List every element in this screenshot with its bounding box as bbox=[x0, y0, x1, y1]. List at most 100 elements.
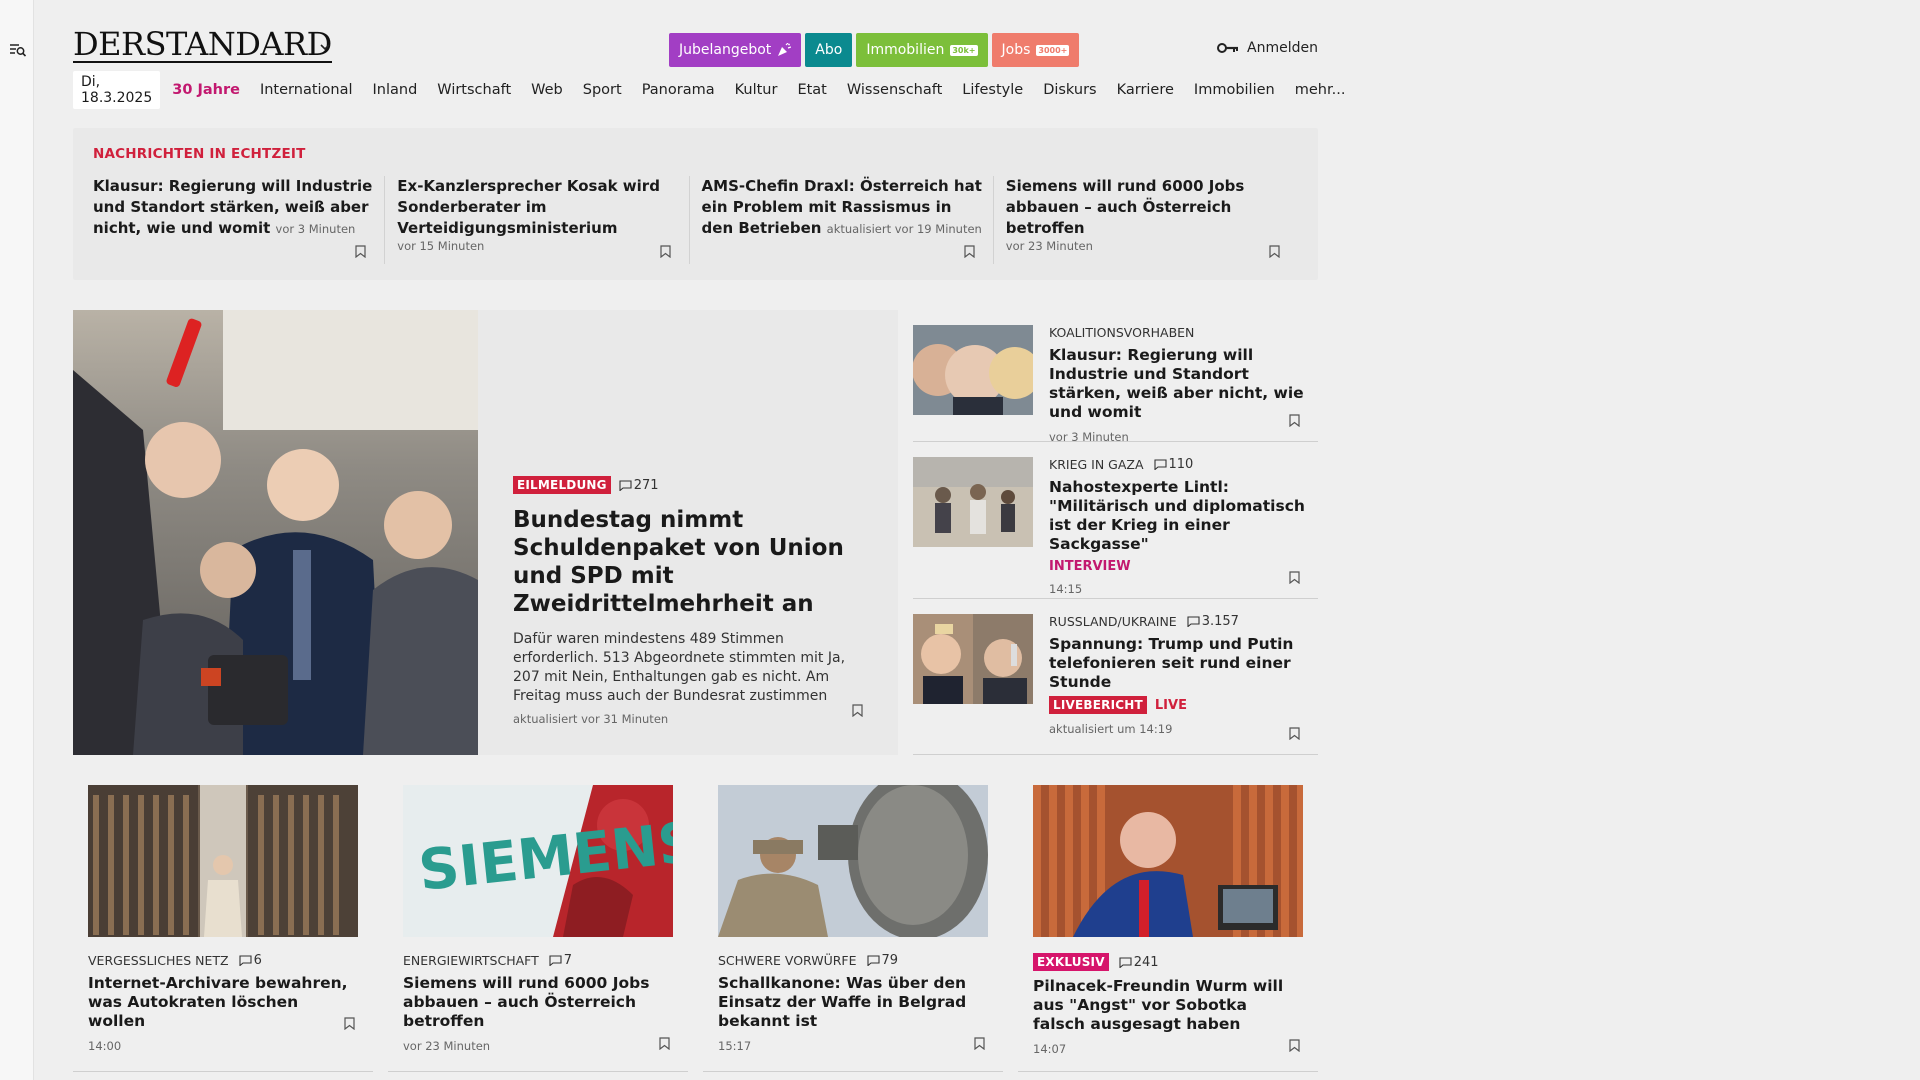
live-report-tag: LIVEBERICHT bbox=[1049, 696, 1147, 714]
nav-item-etat[interactable]: Etat bbox=[797, 82, 826, 98]
promo-badge: 30k+ bbox=[950, 44, 978, 56]
bookmark-icon[interactable] bbox=[1269, 245, 1280, 258]
article-card[interactable]: SIEMENS ENERGIEWIRTSCHAFT 7 Siemens will… bbox=[388, 785, 688, 1072]
comments-count-value: 241 bbox=[1133, 954, 1159, 970]
nav-item-diskurs[interactable]: Diskurs bbox=[1043, 82, 1096, 98]
bookmark-icon[interactable] bbox=[1289, 571, 1300, 584]
bookmark-icon[interactable] bbox=[1289, 727, 1300, 740]
comments-count[interactable]: 241 bbox=[1119, 955, 1159, 970]
nav-item-wirtschaft[interactable]: Wirtschaft bbox=[437, 82, 511, 98]
article-card-row: VERGESSLICHES NETZ 6 Internet-Archivare … bbox=[73, 785, 1318, 1072]
article-title[interactable]: Pilnacek-Freundin Wurm will aus "Angst" … bbox=[1033, 977, 1303, 1034]
ticker-item-time: vor 3 Minuten bbox=[275, 222, 356, 236]
article-kicker: KRIEG IN GAZA bbox=[1049, 457, 1144, 472]
article-title[interactable]: Spannung: Trump und Putin telefonieren s… bbox=[1049, 635, 1318, 692]
current-date: Di, 18.3.2025 bbox=[73, 71, 161, 109]
promo-label: Abo bbox=[815, 42, 843, 58]
ticker-item[interactable]: Ex-Kanzlersprecher Kosak wird Sonderbera… bbox=[397, 176, 690, 264]
main-nav: Di, 18.3.2025 30 Jahre International Inl… bbox=[73, 71, 1365, 109]
news-ticker: NACHRICHTEN IN ECHTZEIT Klausur: Regieru… bbox=[73, 128, 1318, 280]
bookmark-icon[interactable] bbox=[659, 1037, 670, 1050]
login-label: Anmelden bbox=[1247, 40, 1318, 56]
article-thumbnail bbox=[913, 614, 1033, 704]
article-card[interactable]: EXKLUSIV 241 Pilnacek-Freundin Wurm will… bbox=[1018, 785, 1318, 1072]
article-title[interactable]: Internet-Archivare bewahren, was Autokra… bbox=[88, 974, 358, 1031]
list-item[interactable]: KRIEG IN GAZA 110 Nahostexperte Lintl: "… bbox=[913, 442, 1318, 599]
list-item[interactable]: RUSSLAND/UKRAINE 3.157 Spannung: Trump u… bbox=[913, 599, 1318, 755]
list-item[interactable]: KOALITIONSVORHABEN Klausur: Regierung wi… bbox=[913, 310, 1318, 444]
hero-article[interactable]: EILMELDUNG 271 Bundestag nimmt Schuldenp… bbox=[73, 310, 898, 755]
login-button[interactable]: Anmelden bbox=[1217, 40, 1318, 56]
promo-jubelangebot-button[interactable]: Jubelangebot bbox=[669, 33, 802, 67]
comments-count[interactable]: 79 bbox=[866, 953, 899, 968]
promo-buttons: Jubelangebot Abo Immobilien 30k+ Jobs 30… bbox=[669, 33, 1080, 67]
bookmark-icon[interactable] bbox=[659, 245, 671, 258]
hero-time: aktualisiert vor 31 Minuten bbox=[513, 712, 669, 726]
nav-item-inland[interactable]: Inland bbox=[373, 82, 418, 98]
article-kicker: ENERGIEWIRTSCHAFT bbox=[403, 953, 539, 968]
menu-search-icon[interactable] bbox=[10, 43, 26, 57]
article-thumbnail bbox=[913, 457, 1033, 547]
article-title[interactable]: Klausur: Regierung will Industrie und St… bbox=[1049, 346, 1318, 422]
article-kicker: KOALITIONSVORHABEN bbox=[1049, 325, 1195, 340]
nav-item-karriere[interactable]: Karriere bbox=[1117, 82, 1174, 98]
nav-item-panorama[interactable]: Panorama bbox=[642, 82, 715, 98]
article-time: 14:07 bbox=[1033, 1042, 1067, 1056]
nav-item-30-jahre[interactable]: 30 Jahre bbox=[172, 82, 240, 98]
bookmark-icon[interactable] bbox=[1289, 1039, 1300, 1052]
article-time: aktualisiert um 14:19 bbox=[1049, 722, 1173, 736]
article-title[interactable]: Nahostexperte Lintl: "Militärisch und di… bbox=[1049, 478, 1318, 554]
article-title[interactable]: Schallkanone: Was über den Einsatz der W… bbox=[718, 974, 988, 1031]
comments-count-value: 3.157 bbox=[1201, 614, 1239, 629]
article-title[interactable]: Siemens will rund 6000 Jobs abbauen – au… bbox=[403, 974, 673, 1031]
comments-count[interactable]: 271 bbox=[619, 478, 659, 493]
bookmark-icon[interactable] bbox=[974, 1037, 985, 1050]
nav-item-kultur[interactable]: Kultur bbox=[735, 82, 778, 98]
comments-count[interactable]: 7 bbox=[549, 953, 572, 968]
ticker-item[interactable]: Siemens will rund 6000 Jobs abbauen – au… bbox=[1006, 176, 1298, 264]
comments-count-value: 7 bbox=[563, 953, 573, 968]
bookmark-icon[interactable] bbox=[964, 245, 975, 258]
comments-count-value: 110 bbox=[1168, 457, 1194, 472]
comments-count[interactable]: 3.157 bbox=[1187, 614, 1239, 629]
promo-label: Jobs bbox=[1001, 42, 1031, 58]
site-logo[interactable]: DERSTANDARD bbox=[73, 28, 332, 63]
ticker-item[interactable]: Klausur: Regierung will Industrie und St… bbox=[93, 176, 386, 264]
bookmark-icon[interactable] bbox=[355, 245, 366, 258]
hero-teaser: Dafür waren mindestens 489 Stimmen erfor… bbox=[513, 631, 846, 704]
chevron-down-icon[interactable] bbox=[320, 43, 330, 51]
article-image bbox=[88, 785, 358, 937]
promo-badge: 3000+ bbox=[1036, 44, 1070, 56]
nav-item-wissenschaft[interactable]: Wissenschaft bbox=[847, 82, 942, 98]
nav-item-web[interactable]: Web bbox=[531, 82, 563, 98]
article-card[interactable]: VERGESSLICHES NETZ 6 Internet-Archivare … bbox=[73, 785, 373, 1072]
ticker-item-title: Siemens will rund 6000 Jobs abbauen – au… bbox=[1005, 177, 1245, 237]
nav-item-international[interactable]: International bbox=[260, 82, 353, 98]
promo-immobilien-button[interactable]: Immobilien 30k+ bbox=[856, 33, 988, 67]
article-card[interactable]: SCHWERE VORWÜRFE 79 Schallkanone: Was üb… bbox=[703, 785, 1003, 1072]
hero-title[interactable]: Bundestag nimmt Schuldenpaket von Union … bbox=[513, 506, 863, 618]
comments-count-value: 79 bbox=[881, 953, 899, 968]
ticker-item[interactable]: AMS-Chefin Draxl: Österreich hat ein Pro… bbox=[702, 176, 994, 264]
article-time: vor 23 Minuten bbox=[403, 1039, 491, 1053]
hero-photo bbox=[73, 310, 478, 755]
bookmark-icon[interactable] bbox=[344, 1017, 355, 1030]
nav-item-lifestyle[interactable]: Lifestyle bbox=[962, 82, 1023, 98]
comment-icon bbox=[549, 955, 562, 966]
comments-count[interactable]: 6 bbox=[239, 953, 262, 968]
article-image: SIEMENS bbox=[403, 785, 673, 937]
key-icon bbox=[1217, 43, 1239, 53]
bookmark-icon[interactable] bbox=[852, 704, 863, 717]
ticker-heading: NACHRICHTEN IN ECHTZEIT bbox=[93, 146, 306, 162]
nav-item-mehr[interactable]: mehr... bbox=[1295, 82, 1346, 98]
nav-item-immobilien[interactable]: Immobilien bbox=[1194, 82, 1275, 98]
bookmark-icon[interactable] bbox=[1289, 414, 1300, 427]
article-kicker: RUSSLAND/UKRAINE bbox=[1049, 614, 1177, 629]
comments-count-value: 6 bbox=[253, 953, 262, 968]
comments-count[interactable]: 110 bbox=[1153, 457, 1194, 472]
promo-jobs-button[interactable]: Jobs 3000+ bbox=[991, 33, 1080, 67]
article-time: 15:17 bbox=[718, 1039, 752, 1053]
nav-item-sport[interactable]: Sport bbox=[583, 82, 622, 98]
side-article-list: KOALITIONSVORHABEN Klausur: Regierung wi… bbox=[913, 310, 1318, 755]
promo-abo-button[interactable]: Abo bbox=[805, 33, 853, 67]
